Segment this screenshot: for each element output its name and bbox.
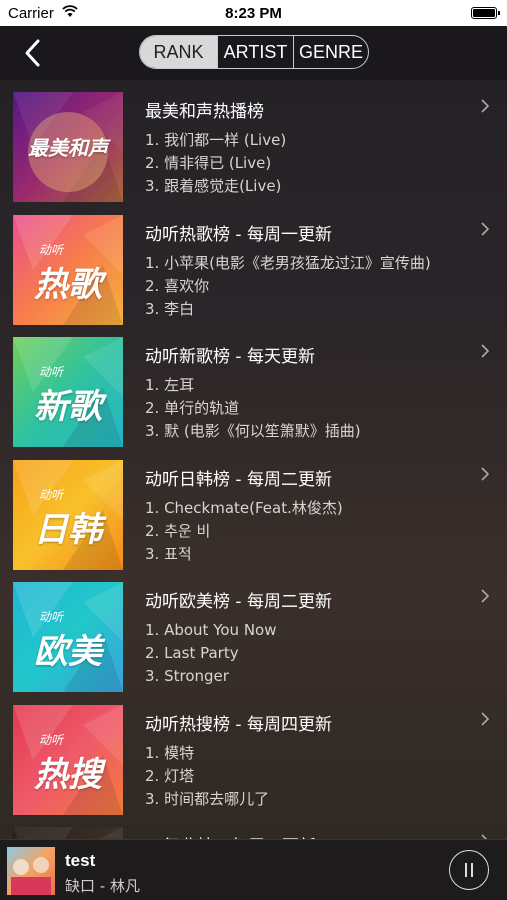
chart-song-item: 1. 小苹果(电影《老男孩猛龙过江》宣传曲)	[145, 253, 431, 272]
chart-cover-image: 动听欧美	[13, 582, 123, 692]
chart-song-item: 1. 我们都一样 (Live)	[145, 131, 287, 149]
chart-song-item: 1. 左耳	[145, 376, 195, 394]
tab-rank[interactable]: RANK	[140, 36, 217, 68]
status-bar: Carrier 8:23 PM	[0, 0, 507, 26]
chart-song-item: 2. 情非得已 (Live)	[145, 154, 272, 172]
pause-icon[interactable]	[449, 850, 489, 890]
chevron-right-icon	[481, 344, 490, 358]
battery-icon	[471, 7, 500, 19]
cover-title-text: 日韩	[34, 509, 102, 550]
cover-brand-text: 动听	[39, 487, 64, 502]
cover-title-text: 热歌	[34, 264, 102, 305]
chart-song-item: 3. 표적	[145, 544, 192, 563]
chart-row[interactable]: 动听欧美 动听欧美榜 - 每周二更新 1. About You Now 2. Last…	[0, 570, 507, 692]
chart-song-item: 3. Stronger	[145, 667, 229, 685]
chart-song-item: 2. Last Party	[145, 644, 239, 662]
chart-row[interactable]: 最美和声 最美和声热播榜 1. 我们都一样 (Live) 2. 情非得已 (Live)…	[0, 80, 507, 202]
chart-title: 动听热搜榜 - 每周四更新	[145, 714, 332, 735]
back-chevron-icon[interactable]	[18, 38, 48, 68]
cover-brand-text: 动听	[39, 732, 64, 747]
mini-player[interactable]: test 缺口 - 林凡	[0, 839, 507, 900]
chart-song-item: 3. 李白	[145, 299, 195, 318]
chart-song-item: 2. 喜欢你	[145, 276, 210, 295]
chart-title: 动听新歌榜 - 每天更新	[145, 347, 315, 367]
chart-row[interactable]: 动听日韩 动听日韩榜 - 每周二更新 1. Checkmate(Feat.林俊杰) 2…	[0, 448, 507, 570]
cover-title-text: 欧美	[34, 632, 102, 672]
chevron-right-icon	[481, 711, 490, 726]
chevron-right-icon	[481, 221, 490, 236]
chart-song-item: 1. Checkmate(Feat.林俊杰)	[145, 498, 343, 517]
chart-song-list: 1. 我们都一样 (Live) 2. 情非得已 (Live) 3. 跟着感觉走(Li…	[145, 129, 286, 198]
chart-song-list: 1. 模特 2. 灯塔 3. 时间都去哪儿了	[145, 742, 269, 811]
chart-cover-image: 动听新歌	[13, 337, 123, 447]
chart-song-item: 3. 跟着感觉走(Live)	[145, 177, 282, 195]
chart-cover-image: 动听热歌	[13, 214, 123, 325]
chart-title: 动听日韩榜 - 每周二更新	[145, 469, 332, 490]
chevron-right-icon	[481, 99, 490, 113]
chart-song-list: 1. 小苹果(电影《老男孩猛龙过江》宣传曲) 2. 喜欢你 3. 李白	[145, 252, 431, 321]
chart-song-list: 1. About You Now 2. Last Party 3. Stronger	[145, 619, 276, 688]
nav-bar: RANK ARTIST GENRE	[0, 26, 507, 80]
chart-title: 最美和声热播榜	[145, 102, 264, 122]
clock-label: 8:23 PM	[225, 5, 282, 22]
chart-song-item: 2. 灯塔	[145, 766, 195, 785]
now-playing-title: test	[65, 851, 96, 870]
chart-row[interactable]: 动听新歌 动听新歌榜 - 每天更新 1. 左耳 2. 单行的轨道 3. 默 (电影《何以…	[0, 325, 507, 447]
tab-artist[interactable]: ARTIST	[217, 36, 293, 68]
cover-title-text: 热搜	[34, 754, 102, 795]
chart-song-item: 2. 추운 비	[145, 521, 211, 540]
chart-song-item: 3. 时间都去哪儿了	[145, 789, 270, 808]
chevron-right-icon	[481, 589, 490, 603]
cover-brand-text: 动听	[39, 365, 64, 379]
chart-song-list: 1. Checkmate(Feat.林俊杰) 2. 추운 비 3. 표적	[145, 497, 343, 566]
chart-song-list: 1. 左耳 2. 单行的轨道 3. 默 (电影《何以笙箫默》插曲)	[145, 374, 361, 443]
chart-row[interactable]: 动听热歌 动听热歌榜 - 每周一更新 1. 小苹果(电影《老男孩猛龙过江》宣传曲) 2…	[0, 203, 507, 325]
chart-list: 最美和声 最美和声热播榜 1. 我们都一样 (Live) 2. 情非得已 (Live)…	[0, 80, 507, 840]
chart-song-item: 2. 单行的轨道	[145, 399, 240, 417]
now-playing-artist: 缺口 - 林凡	[65, 877, 140, 895]
chevron-right-icon	[481, 466, 490, 481]
tab-genre[interactable]: GENRE	[293, 36, 368, 68]
cover-brand-text: 动听	[39, 242, 64, 257]
chart-title: 动听欧美榜 - 每周二更新	[145, 592, 332, 612]
chart-cover-image: 动听热搜	[13, 704, 123, 815]
chart-cover-image: 动听日韩	[13, 459, 123, 570]
cover-title-text: 最美和声	[28, 136, 108, 160]
chart-cover-image: 最美和声	[13, 92, 123, 202]
now-playing-cover	[7, 847, 55, 895]
chart-song-item: 1. 模特	[145, 743, 195, 762]
chart-song-item: 1. About You Now	[145, 621, 277, 639]
cover-title-text: 新歌	[34, 387, 102, 427]
category-segmented-control: RANK ARTIST GENRE	[139, 35, 369, 69]
chart-song-item: 3. 默 (电影《何以笙箫默》插曲)	[145, 422, 361, 440]
chart-row[interactable]: DJ舞曲榜 - 每周三更新Sugar (Remix)I Love Someone…	[0, 815, 507, 840]
chart-title: 动听热歌榜 - 每周一更新	[145, 224, 332, 245]
chart-row[interactable]: 动听热搜 动听热搜榜 - 每周四更新 1. 模特 2. 灯塔 3. 时间都去哪儿了	[0, 693, 507, 815]
cover-brand-text: 动听	[39, 610, 64, 624]
